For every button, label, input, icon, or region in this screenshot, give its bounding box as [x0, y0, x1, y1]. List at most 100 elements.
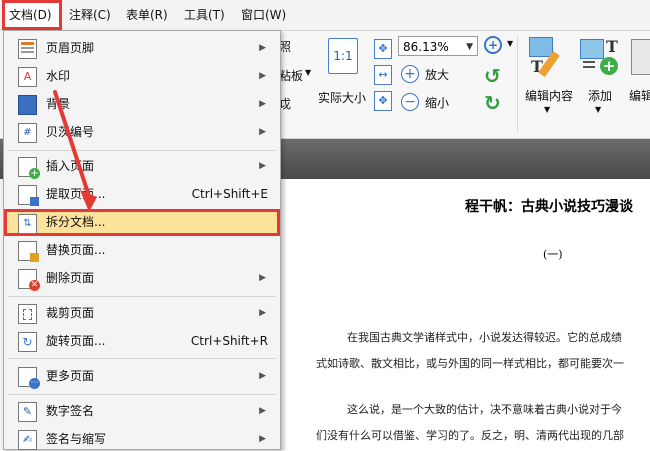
- fit-page-icon[interactable]: ✥: [374, 39, 392, 59]
- menu-item-label: 贝茨编号: [46, 125, 95, 139]
- watermark-icon: A: [18, 67, 37, 87]
- edit-object-icon: [631, 39, 650, 75]
- menu-separator: [8, 296, 276, 297]
- menu-item-label: 拆分文档...: [46, 215, 106, 229]
- zoom-select[interactable]: 86.13% ▼: [398, 36, 478, 56]
- submenu-arrow-icon: ▶: [259, 371, 266, 381]
- document-paragraph-line: 式如诗歌、散文相比，或与外国的同一样式相比，都可能要次一: [316, 357, 624, 370]
- menu-item-replace-page[interactable]: 替换页面...: [4, 238, 280, 262]
- submenu-arrow-icon: ▶: [259, 273, 266, 283]
- delete-page-icon: ✕: [18, 269, 40, 291]
- menu-item-rotate-page[interactable]: ↻ 旋转页面... Ctrl+Shift+R: [4, 329, 280, 353]
- add-button[interactable]: T + 添加 ▼: [577, 33, 623, 133]
- menu-item-more-pages[interactable]: ··· 更多页面 ▶: [4, 364, 280, 389]
- menu-item-background[interactable]: 背景 ▶: [4, 92, 280, 116]
- menu-item-signature-initials[interactable]: ✍ 签名与缩写 ▶: [4, 427, 280, 451]
- insert-page-icon: +: [18, 157, 40, 179]
- menu-item-delete-page[interactable]: ✕ 删除页面 ▶: [4, 266, 280, 291]
- menu-item-label: 提取页面...: [46, 187, 106, 201]
- menu-item-crop-page[interactable]: 裁剪页面 ▶: [4, 301, 280, 325]
- rotate-page-icon: ↻: [18, 332, 37, 352]
- menu-item-label: 背景: [46, 97, 71, 111]
- menu-item-extract-page[interactable]: 提取页面... Ctrl+Shift+E: [4, 182, 280, 206]
- digital-signature-icon: ✎: [18, 402, 37, 422]
- submenu-arrow-icon: ▶: [259, 434, 266, 444]
- menu-item-label: 替换页面...: [46, 243, 106, 257]
- document-paragraph-line: 们没有什么可以借鉴、学习的了。反之，明、清两代出现的几部: [316, 429, 624, 442]
- bates-number-icon: #: [18, 123, 37, 143]
- menu-bar: 文档(D) 注释(C) 表单(R) 工具(T) 窗口(W): [0, 0, 650, 31]
- menu-separator: [8, 150, 276, 151]
- menu-document[interactable]: 文档(D): [2, 0, 62, 30]
- zoom-in-label[interactable]: 放大: [425, 66, 449, 83]
- menu-item-header-footer[interactable]: 页眉页脚 ▶: [4, 36, 280, 60]
- add-label: 添加: [588, 89, 613, 103]
- ribbon-clipboard-label[interactable]: 粘板: [279, 67, 303, 84]
- replace-page-icon: [18, 241, 39, 262]
- menu-item-split-document[interactable]: ⇅ 拆分文档...: [4, 209, 280, 236]
- edit-content-icon: T: [529, 37, 565, 77]
- rotate-right-icon[interactable]: ↻: [484, 91, 501, 115]
- background-icon: [18, 95, 37, 115]
- more-pages-icon: ···: [18, 367, 40, 389]
- edit-content-button[interactable]: T 编辑内容 ▼: [522, 33, 576, 133]
- menu-item-label: 更多页面: [46, 369, 95, 383]
- edit-object-button[interactable]: 编辑: [625, 33, 650, 133]
- crop-page-icon: [18, 304, 37, 324]
- fit-visible-icon[interactable]: ✥: [374, 91, 392, 111]
- menu-item-label: 旋转页面...: [46, 334, 106, 348]
- menu-item-watermark[interactable]: A 水印 ▶: [4, 64, 280, 88]
- document-paragraph-line: 这么说，是一个大致的估计，决不意味着古典小说对于今: [347, 403, 622, 416]
- zoom-dropdown-icon[interactable]: ▼: [466, 37, 473, 57]
- zoom-magnifier-icon[interactable]: +: [484, 36, 502, 54]
- submenu-arrow-icon: ▶: [259, 71, 266, 81]
- document-section-heading: (一): [543, 248, 563, 261]
- menu-item-bates-number[interactable]: # 贝茨编号 ▶: [4, 120, 280, 144]
- clipboard-caret-icon[interactable]: ▼: [305, 68, 311, 77]
- extract-page-icon: [18, 185, 39, 206]
- edit-content-caret-icon: ▼: [544, 105, 551, 114]
- actual-size-icon: 1:1: [328, 38, 358, 74]
- add-image-icon: T +: [580, 37, 620, 77]
- submenu-arrow-icon: ▶: [259, 43, 266, 53]
- menu-item-shortcut: Ctrl+Shift+E: [191, 187, 268, 201]
- menu-window[interactable]: 窗口(W): [241, 0, 286, 30]
- menu-annotation[interactable]: 注释(C): [69, 0, 111, 30]
- zoom-out-label[interactable]: 缩小: [425, 94, 449, 111]
- zoom-caret-icon[interactable]: ▼: [507, 39, 513, 48]
- menu-item-label: 水印: [46, 69, 71, 83]
- edit-object-label: 编辑: [629, 89, 650, 103]
- rotate-left-icon[interactable]: ↺: [484, 64, 501, 88]
- edit-content-label: 编辑内容: [525, 89, 574, 103]
- actual-size-label: 实际大小: [318, 91, 367, 105]
- menu-form[interactable]: 表单(R): [126, 0, 168, 30]
- menu-item-label: 数字签名: [46, 404, 95, 418]
- document-title: 程干帆：古典小说技巧漫谈: [465, 199, 633, 215]
- submenu-arrow-icon: ▶: [259, 161, 266, 171]
- menu-item-label: 签名与缩写: [46, 432, 107, 446]
- menu-tools[interactable]: 工具(T): [184, 0, 225, 30]
- submenu-arrow-icon: ▶: [259, 127, 266, 137]
- zoom-value: 86.13%: [403, 40, 449, 54]
- menu-item-insert-page[interactable]: + 插入页面 ▶: [4, 154, 280, 179]
- menu-item-label: 裁剪页面: [46, 306, 95, 320]
- zoom-out-icon[interactable]: −: [401, 93, 419, 111]
- split-document-icon: ⇅: [18, 214, 37, 234]
- menu-item-digital-signature[interactable]: ✎ 数字签名 ▶: [4, 399, 280, 423]
- submenu-arrow-icon: ▶: [259, 308, 266, 318]
- submenu-arrow-icon: ▶: [259, 99, 266, 109]
- menu-item-label: 删除页面: [46, 271, 95, 285]
- signature-initials-icon: ✍: [18, 430, 37, 450]
- ribbon-divider: [517, 35, 518, 133]
- fit-width-icon[interactable]: ↔: [374, 65, 392, 85]
- header-footer-icon: [18, 39, 37, 59]
- menu-item-shortcut: Ctrl+Shift+R: [190, 334, 268, 348]
- menu-item-label: 页眉页脚: [46, 41, 95, 55]
- actual-size-button[interactable]: 1:1 实际大小: [315, 34, 370, 105]
- zoom-in-icon[interactable]: +: [401, 65, 419, 83]
- document-paragraph-line: 在我国古典文学诸样式中，小说发达得较迟。它的总成绩: [347, 331, 622, 344]
- submenu-arrow-icon: ▶: [259, 406, 266, 416]
- menu-separator: [8, 358, 276, 359]
- menu-separator: [8, 394, 276, 395]
- menu-item-label: 插入页面: [46, 159, 95, 173]
